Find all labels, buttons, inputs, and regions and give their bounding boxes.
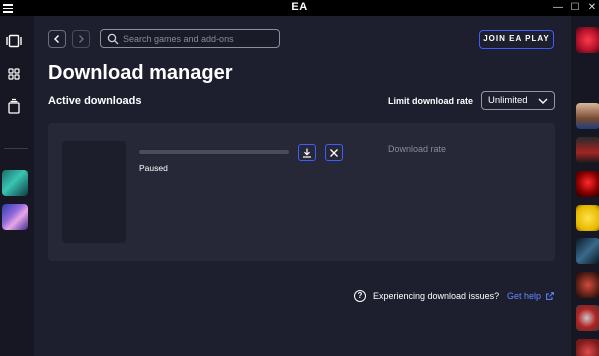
recent-game-tile[interactable] bbox=[2, 204, 28, 230]
friend-avatar[interactable] bbox=[576, 305, 599, 331]
friend-avatar[interactable] bbox=[576, 27, 599, 53]
friend-avatar[interactable] bbox=[576, 137, 599, 163]
get-help-link[interactable]: Get help bbox=[507, 291, 541, 301]
friend-avatar[interactable] bbox=[576, 205, 599, 231]
join-ea-play-button[interactable]: JOIN EA PLAY bbox=[479, 30, 554, 49]
friend-avatar[interactable] bbox=[576, 171, 599, 197]
chevron-right-icon bbox=[79, 35, 84, 43]
ea-logo: EA bbox=[291, 1, 308, 13]
section-title: Active downloads bbox=[48, 95, 142, 107]
friend-avatar[interactable] bbox=[576, 272, 599, 298]
library-icon[interactable] bbox=[6, 33, 22, 49]
store-icon[interactable] bbox=[6, 98, 22, 114]
search-box[interactable] bbox=[100, 29, 280, 48]
recent-game-tile[interactable] bbox=[2, 170, 28, 196]
browse-grid-icon[interactable] bbox=[6, 66, 22, 82]
question-circle-icon: ? bbox=[354, 290, 366, 302]
download-status: Paused bbox=[139, 163, 168, 173]
maximize-button[interactable]: ☐ bbox=[568, 0, 582, 16]
title-bar: EA — ☐ ✕ bbox=[0, 0, 599, 16]
select-value: Unlimited bbox=[488, 95, 528, 106]
page-title: Download manager bbox=[48, 62, 233, 84]
friend-avatar[interactable] bbox=[576, 238, 599, 264]
download-progress-bar bbox=[139, 150, 289, 154]
forward-button[interactable] bbox=[72, 30, 90, 48]
limit-download-rate-select[interactable]: Unlimited bbox=[481, 91, 555, 110]
help-text: Experiencing download issues? bbox=[373, 291, 500, 301]
download-icon bbox=[303, 148, 311, 158]
external-link-icon[interactable] bbox=[546, 292, 554, 300]
friend-avatar[interactable] bbox=[576, 339, 599, 356]
chevron-left-icon bbox=[54, 35, 59, 43]
cancel-download-button[interactable] bbox=[325, 144, 343, 161]
back-button[interactable] bbox=[48, 30, 66, 48]
limit-download-rate-label: Limit download rate bbox=[388, 96, 474, 106]
search-input[interactable] bbox=[123, 31, 273, 46]
chevron-down-icon bbox=[538, 98, 548, 104]
rail-divider bbox=[4, 148, 28, 149]
game-thumbnail bbox=[62, 141, 126, 243]
close-icon bbox=[330, 148, 338, 157]
close-window-button[interactable]: ✕ bbox=[585, 0, 599, 16]
download-rate-label: Download rate bbox=[388, 144, 447, 154]
left-sidebar bbox=[0, 16, 34, 356]
friend-avatar[interactable] bbox=[576, 103, 599, 129]
help-row: ? Experiencing download issues? Get help bbox=[354, 290, 564, 304]
resume-download-button[interactable] bbox=[298, 144, 316, 161]
minimize-button[interactable]: — bbox=[551, 0, 565, 16]
friends-sidebar bbox=[571, 16, 599, 356]
search-icon bbox=[107, 33, 119, 45]
